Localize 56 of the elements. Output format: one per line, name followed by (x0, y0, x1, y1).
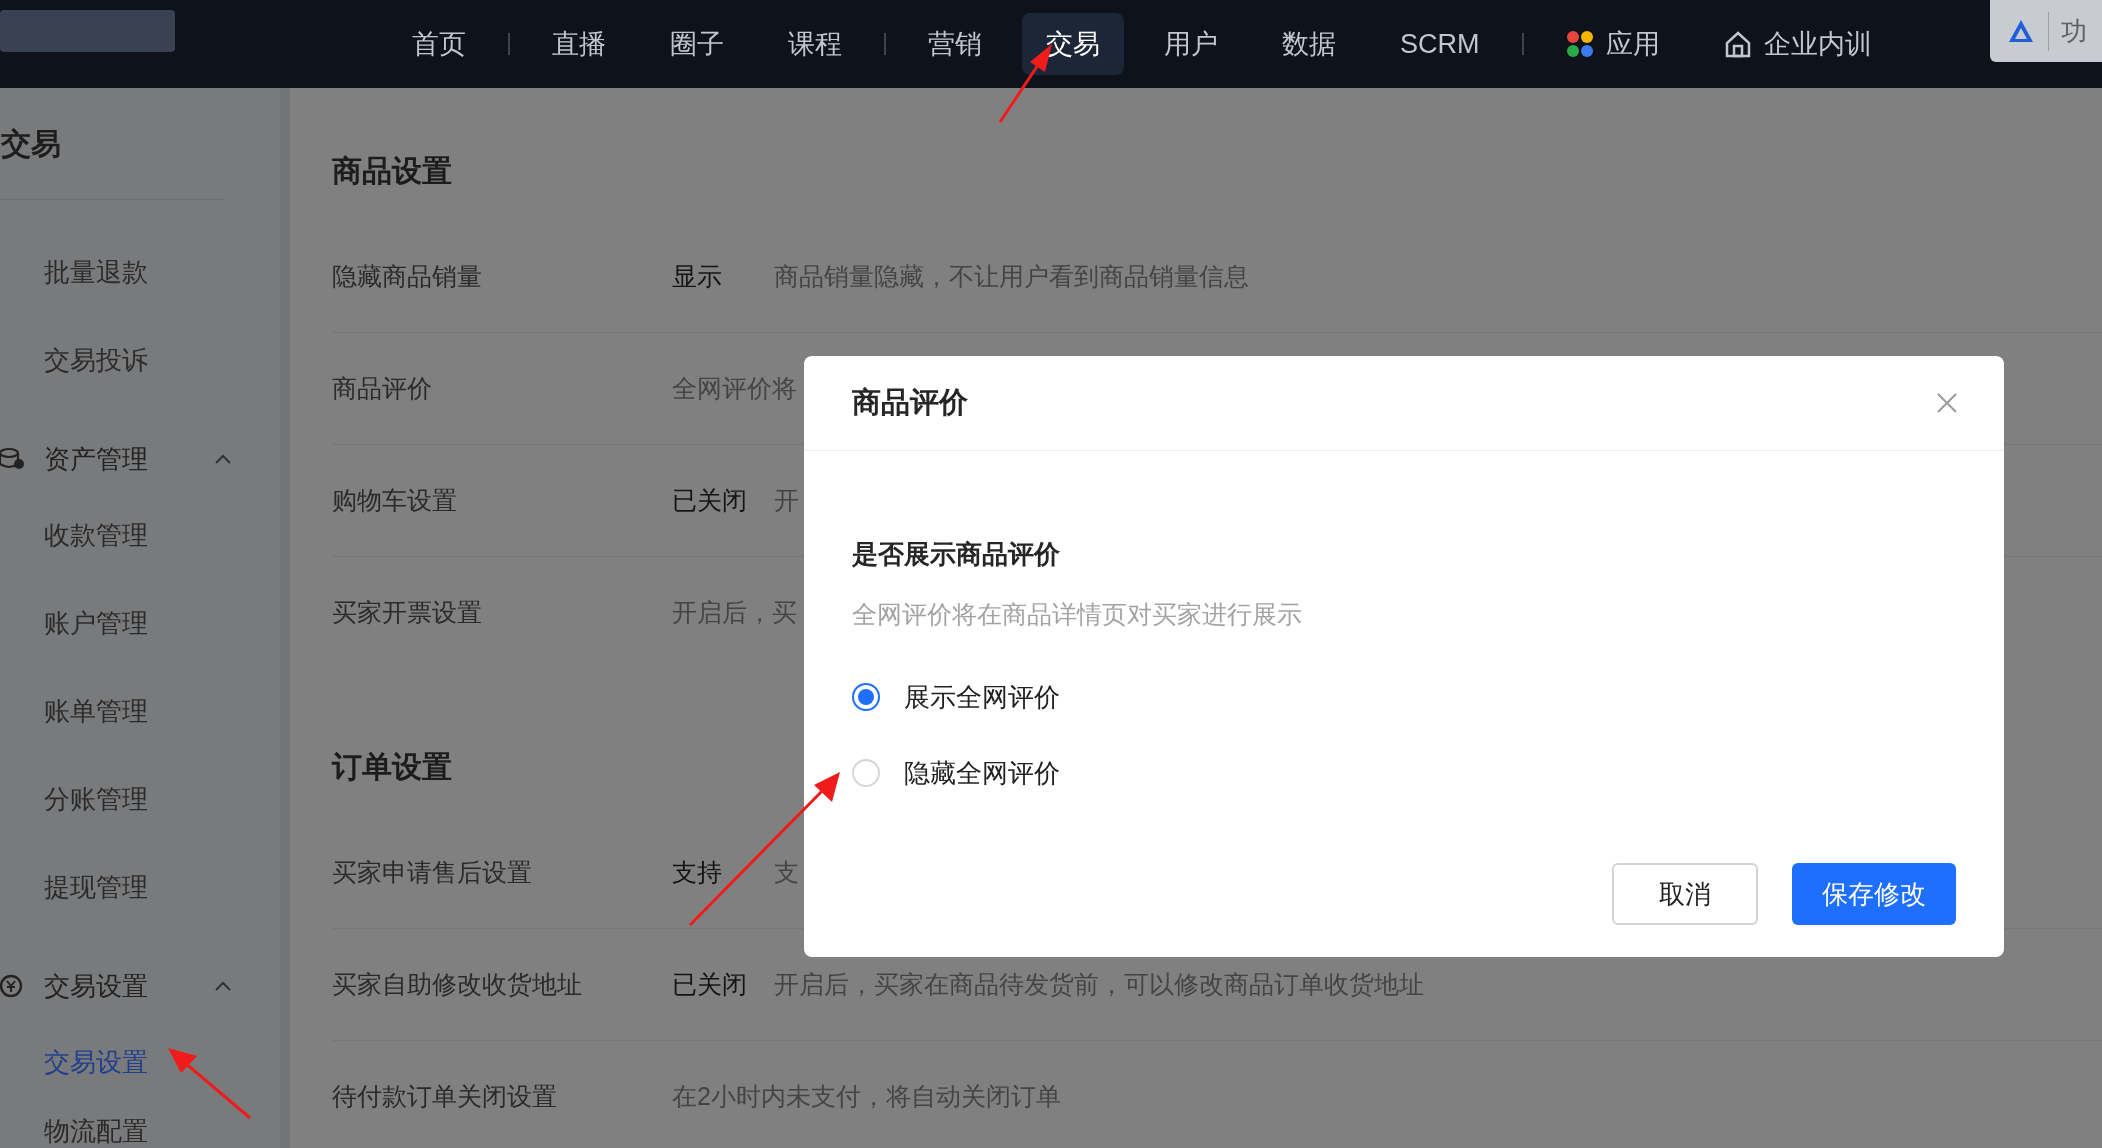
setting-description: 开 (774, 484, 799, 516)
setting-description: 开启后，买 (672, 597, 797, 629)
nav-tab[interactable]: SCRM (1376, 13, 1504, 75)
setting-label: 隐藏商品销量 (332, 260, 483, 292)
radio-option[interactable]: 展示全网评价 (852, 679, 1956, 715)
triangle-logo-icon (2008, 19, 2034, 43)
setting-label: 购物车设置 (332, 484, 458, 516)
house-icon (1723, 30, 1752, 58)
hint-text: 全网评价将在商品详情页对买家进行展示 (852, 599, 1303, 629)
chevron-up-icon (214, 979, 232, 993)
nav-tab[interactable]: 应用 (1541, 13, 1684, 75)
setting-label: 买家自助修改收货地址 (332, 968, 583, 1000)
sidebar-group-label: 资产管理 (44, 442, 149, 476)
setting-value: 支持 (672, 856, 723, 888)
setting-value: 已关闭 (672, 968, 748, 1000)
coins-icon (0, 446, 25, 472)
setting-description: 支 (774, 856, 799, 888)
setting-label: 商品评价 (332, 372, 433, 404)
setting-label: 买家开票设置 (332, 597, 483, 629)
nav-tab[interactable]: 交易 (1022, 13, 1124, 75)
question-label: 是否展示商品评价 (852, 539, 1061, 569)
setting-description: 开启后，买家在商品待发货前，可以修改商品订单收货地址 (774, 968, 1424, 1000)
nav-tab[interactable]: 企业内训 (1699, 13, 1896, 75)
nav-tab[interactable]: 首页 (388, 13, 490, 75)
sidebar-group[interactable]: 交易设置 (0, 954, 280, 1018)
corner-button[interactable]: 功 (1990, 0, 2102, 62)
chevron-up-icon (214, 452, 232, 466)
setting-value: 显示 (672, 260, 723, 292)
setting-label: 待付款订单关闭设置 (332, 1081, 558, 1113)
section-title: 商品设置 (332, 153, 452, 189)
nav-tab[interactable]: 圈子 (646, 13, 748, 75)
corner-button-label: 功 (2048, 11, 2087, 51)
nav-tab[interactable]: 数据 (1258, 13, 1360, 75)
radio-button[interactable] (852, 683, 880, 711)
nav-tab[interactable]: 用户 (1140, 13, 1242, 75)
nav-tab[interactable]: 课程 (764, 13, 866, 75)
setting-description: 在2小时内未支付，将自动关闭订单 (672, 1081, 1061, 1113)
radio-label: 隐藏全网评价 (904, 756, 1060, 790)
nav-tab[interactable]: 营销 (904, 13, 1006, 75)
nav-tab[interactable]: 直播 (528, 13, 630, 75)
section-title: 订单设置 (332, 749, 452, 785)
setting-description: 全网评价将 (672, 372, 797, 404)
sidebar-group-label: 交易设置 (44, 969, 149, 1003)
sidebar-title: 交易 (1, 126, 61, 162)
apps-icon (1565, 30, 1594, 58)
setting-label: 买家申请售后设置 (332, 856, 533, 888)
radio-option[interactable]: 隐藏全网评价 (852, 755, 1956, 791)
save-button[interactable]: 保存修改 (1792, 863, 1956, 925)
yen-coin-icon (0, 973, 25, 999)
cancel-button[interactable]: 取消 (1612, 863, 1758, 925)
setting-description: 商品销量隐藏，不让用户看到商品销量信息 (774, 260, 1249, 292)
close-icon[interactable] (1936, 392, 1958, 414)
radio-label: 展示全网评价 (904, 680, 1060, 714)
dialog-title: 商品评价 (852, 385, 968, 421)
sidebar-group[interactable]: 资产管理 (0, 427, 280, 491)
setting-value: 已关闭 (672, 484, 748, 516)
